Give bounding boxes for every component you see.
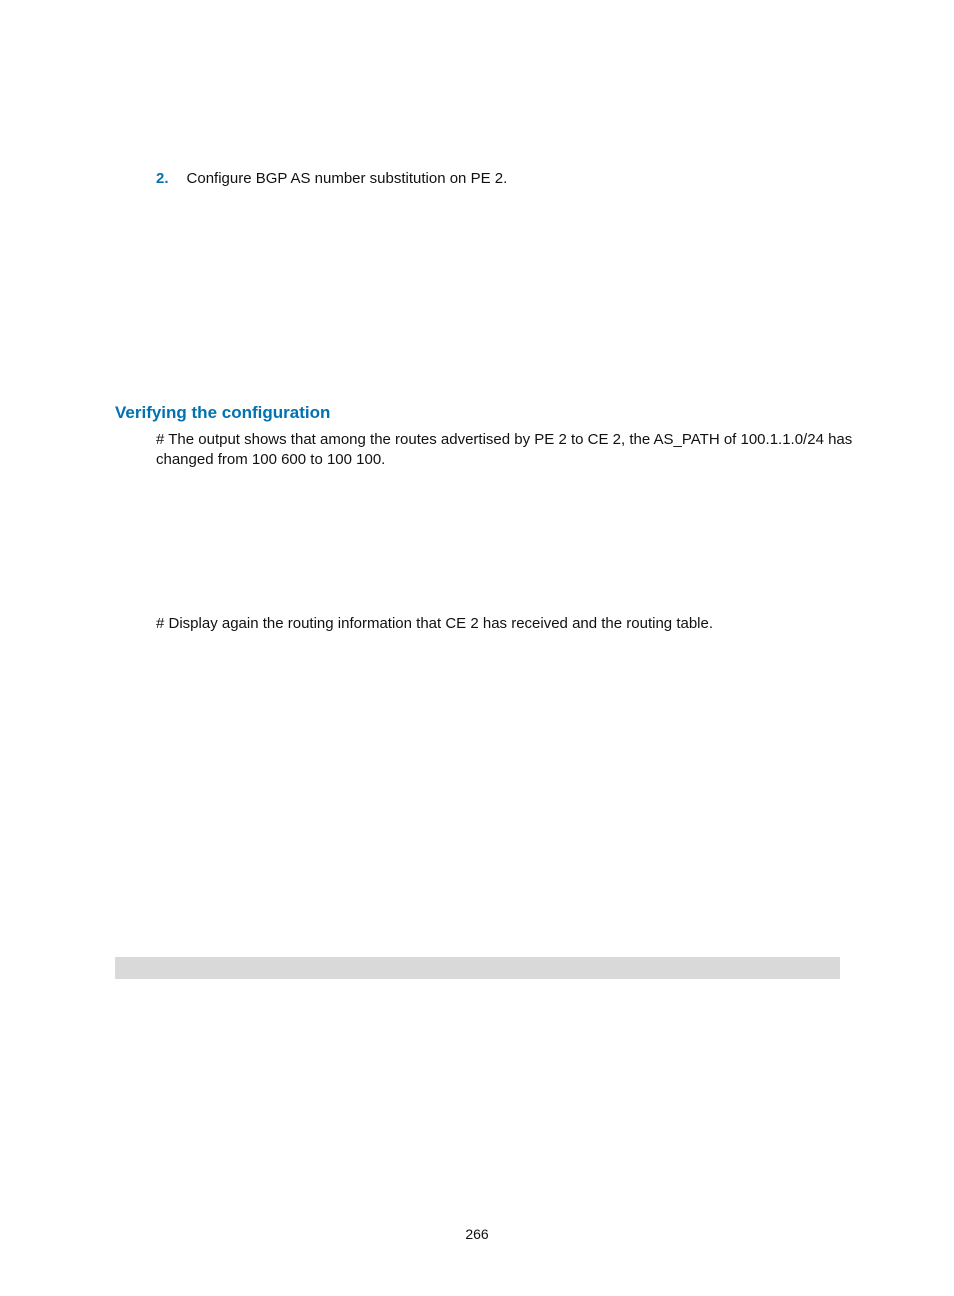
step-number: 2. xyxy=(156,170,169,187)
step-row: 2. Configure BGP AS number substitution … xyxy=(156,170,507,187)
paragraph-output-note: # The output shows that among the routes… xyxy=(156,430,856,471)
paragraph-display-note: # Display again the routing information … xyxy=(156,615,856,632)
grey-divider-bar xyxy=(115,957,840,979)
section-heading: Verifying the configuration xyxy=(115,403,330,423)
step-text: Configure BGP AS number substitution on … xyxy=(187,170,508,187)
page-number: 266 xyxy=(0,1226,954,1242)
document-page: 2. Configure BGP AS number substitution … xyxy=(0,0,954,1296)
